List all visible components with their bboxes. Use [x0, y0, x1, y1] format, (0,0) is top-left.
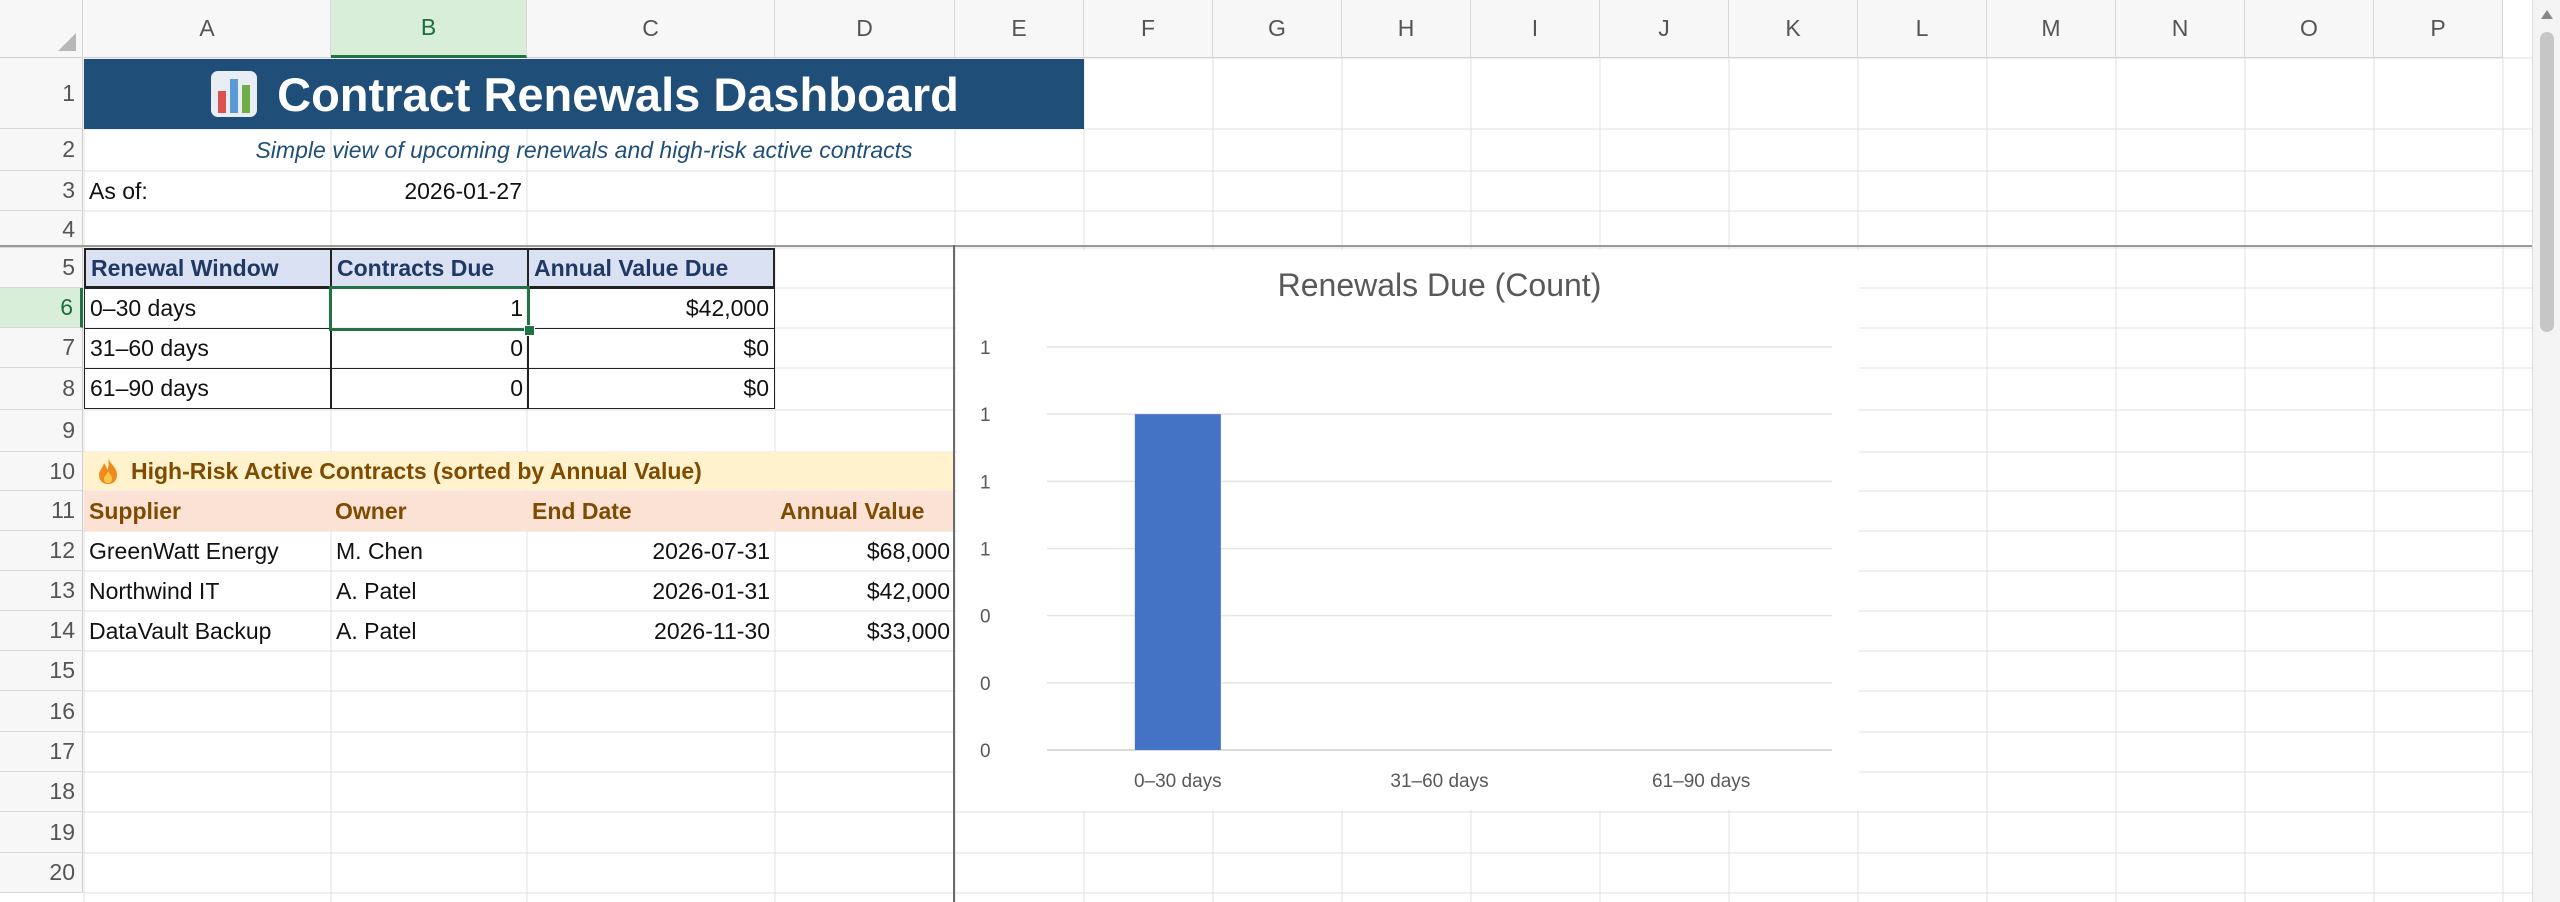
row-header-7[interactable]: 7	[0, 328, 83, 368]
column-header-n[interactable]: N	[2116, 0, 2245, 58]
row-header-19[interactable]: 19	[0, 812, 83, 853]
fill-handle[interactable]	[524, 325, 535, 336]
owner-cell[interactable]: A. Patel	[331, 611, 527, 651]
dashboard-title-band[interactable]: Contract Renewals Dashboard	[84, 59, 1084, 129]
renewal-window-cell[interactable]: 61–90 days	[84, 368, 332, 409]
annual-value-due-cell[interactable]: $42,000	[527, 288, 775, 329]
chart-y-tick-label: 0	[980, 741, 991, 762]
chart-y-tick-label: 1	[980, 540, 991, 561]
row-header-17[interactable]: 17	[0, 732, 83, 772]
row-header-16[interactable]: 16	[0, 691, 83, 732]
supplier-cell[interactable]: Northwind IT	[84, 571, 330, 611]
contracts-due-cell[interactable]: 0	[330, 368, 529, 409]
annual-value-due-cell[interactable]: $0	[527, 368, 775, 409]
column-header-d[interactable]: D	[775, 0, 955, 58]
select-all-corner[interactable]	[0, 0, 83, 58]
renewal-window-cell[interactable]: 31–60 days	[84, 328, 332, 369]
dashboard-title: Contract Renewals Dashboard	[277, 67, 959, 121]
freeze-pane-horizontal	[0, 245, 2532, 247]
chart-bar[interactable]	[1134, 414, 1221, 750]
contracts-due-cell[interactable]: 0	[330, 328, 529, 369]
spreadsheet[interactable]: ABCDEFGHIJKLMNOP 1 2 3 4 5 6 7 8 9 10 11 12 13 14 15 16…	[0, 0, 2532, 902]
row-header-5[interactable]: 5	[0, 248, 83, 288]
row-header-13[interactable]: 13	[0, 571, 83, 611]
supplier-cell[interactable]: DataVault Backup	[84, 611, 330, 651]
row-header-12[interactable]: 12	[0, 531, 83, 571]
renewals-chart[interactable]: Renewals Due (Count) 0 0 0 1 1 1 1 0–30 days 31–6…	[957, 250, 1859, 810]
column-header-l[interactable]: L	[1858, 0, 1987, 58]
chart-x-tick-label: 31–60 days	[1390, 771, 1488, 792]
supplier-cell[interactable]: GreenWatt Energy	[84, 531, 330, 571]
renewals-bar-chart: Renewals Due (Count) 0 0 0 1 1 1 1 0–30 days 31–6…	[980, 267, 1832, 792]
chart-y-tick-label: 1	[980, 338, 991, 359]
row-header-2[interactable]: 2	[0, 129, 83, 171]
column-header-j[interactable]: J	[1600, 0, 1729, 58]
dashboard-subtitle[interactable]: Simple view of upcoming renewals and hig…	[84, 130, 1084, 170]
chart-x-tick-label: 0–30 days	[1134, 771, 1222, 792]
column-header-m[interactable]: M	[1987, 0, 2116, 58]
as-of-label[interactable]: As of:	[84, 171, 330, 211]
owner-cell[interactable]: M. Chen	[331, 531, 527, 571]
annual-value-cell[interactable]: $68,000	[775, 531, 955, 571]
owner-cell[interactable]: A. Patel	[331, 571, 527, 611]
scrollbar-thumb[interactable]	[2540, 32, 2554, 332]
column-header-k[interactable]: K	[1729, 0, 1858, 58]
header-end-date[interactable]: End Date	[527, 491, 775, 531]
column-header-e[interactable]: E	[955, 0, 1084, 58]
row-header-20[interactable]: 20	[0, 853, 83, 893]
row-header-6[interactable]: 6	[0, 288, 83, 328]
vertical-scrollbar[interactable]	[2532, 0, 2560, 902]
header-renewal-window[interactable]: Renewal Window	[84, 248, 332, 288]
column-header-i[interactable]: I	[1471, 0, 1600, 58]
end-date-cell[interactable]: 2026-11-30	[527, 611, 775, 651]
chart-x-tick-label: 61–90 days	[1652, 771, 1750, 792]
end-date-cell[interactable]: 2026-07-31	[527, 531, 775, 571]
column-header-c[interactable]: C	[527, 0, 775, 58]
column-header-p[interactable]: P	[2374, 0, 2503, 58]
chart-y-tick-label: 0	[980, 607, 991, 628]
header-owner[interactable]: Owner	[330, 491, 529, 531]
renewal-window-cell[interactable]: 0–30 days	[84, 288, 332, 329]
fire-icon	[99, 458, 117, 484]
column-header-g[interactable]: G	[1213, 0, 1342, 58]
bar-chart-icon	[211, 71, 258, 117]
header-annual-value[interactable]: Annual Value	[775, 491, 955, 531]
row-header-8[interactable]: 8	[0, 368, 83, 410]
row-header-10[interactable]: 10	[0, 452, 83, 491]
column-header-f[interactable]: F	[1084, 0, 1213, 58]
row-header-18[interactable]: 18	[0, 772, 83, 812]
row-header-1[interactable]: 1	[0, 58, 83, 129]
row-header-14[interactable]: 14	[0, 611, 83, 651]
header-contracts-due[interactable]: Contracts Due	[330, 248, 529, 288]
high-risk-title-band[interactable]: High-Risk Active Contracts (sorted by An…	[84, 452, 955, 490]
header-supplier[interactable]: Supplier	[84, 491, 332, 531]
header-annual-value-due[interactable]: Annual Value Due	[527, 248, 775, 288]
column-header-a[interactable]: A	[84, 0, 331, 58]
end-date-cell[interactable]: 2026-01-31	[527, 571, 775, 611]
scroll-up-arrow-icon[interactable]	[2541, 10, 2553, 19]
column-header-b[interactable]: B	[331, 0, 527, 58]
as-of-date[interactable]: 2026-01-27	[331, 171, 527, 211]
annual-value-cell[interactable]: $33,000	[775, 611, 955, 651]
high-risk-title: High-Risk Active Contracts (sorted by An…	[131, 457, 702, 484]
selected-cell-b6[interactable]	[329, 286, 530, 331]
column-header-h[interactable]: H	[1342, 0, 1471, 58]
annual-value-cell[interactable]: $42,000	[775, 571, 955, 611]
annual-value-due-cell[interactable]: $0	[527, 328, 775, 369]
chart-y-tick-label: 1	[980, 472, 991, 493]
row-header-11[interactable]: 11	[0, 491, 83, 531]
chart-title: Renewals Due (Count)	[1278, 267, 1602, 303]
freeze-pane-vertical	[953, 245, 955, 902]
row-header-3[interactable]: 3	[0, 171, 83, 211]
chart-y-tick-label: 0	[980, 674, 991, 695]
row-header-15[interactable]: 15	[0, 651, 83, 691]
row-header-4[interactable]: 4	[0, 211, 83, 248]
column-header-o[interactable]: O	[2245, 0, 2374, 58]
chart-y-tick-label: 1	[980, 405, 991, 426]
row-header-9[interactable]: 9	[0, 410, 83, 452]
